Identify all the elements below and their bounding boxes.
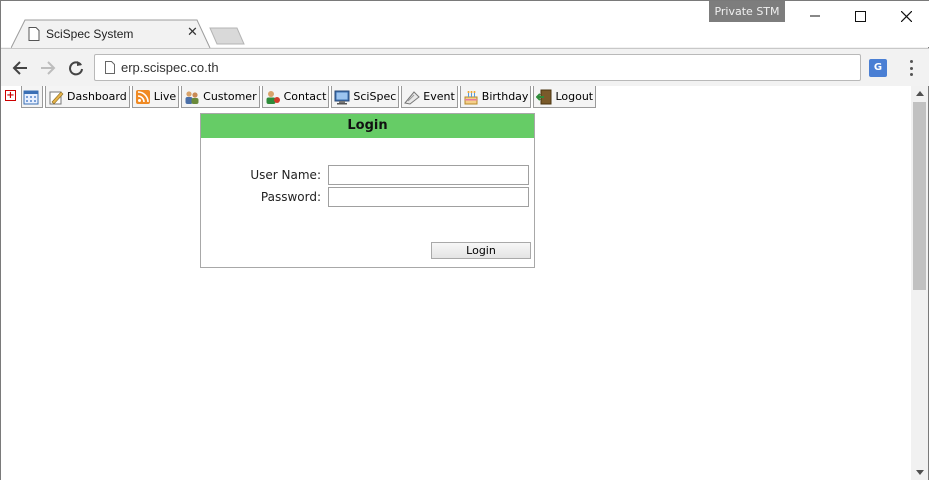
browser-tab[interactable]: SciSpec System ✕ <box>11 19 211 49</box>
address-bar[interactable]: erp.scispec.co.th <box>94 54 861 81</box>
username-label: User Name: <box>250 168 321 182</box>
new-tab-button[interactable] <box>209 27 245 45</box>
profile-badge[interactable]: Private STM <box>709 1 785 22</box>
nav-dashboard[interactable]: Dashboard <box>45 86 130 108</box>
tab-title: SciSpec System <box>46 27 134 41</box>
close-icon <box>900 10 912 22</box>
tab-close-icon[interactable]: ✕ <box>187 25 198 40</box>
nav-contact-label: Contact <box>283 90 327 103</box>
minimize-icon <box>810 15 820 17</box>
logout-icon <box>536 89 552 104</box>
browser-toolbar: erp.scispec.co.th G <box>1 48 929 86</box>
minimize-button[interactable] <box>792 1 838 31</box>
main-nav: Dashboard Live Customer Contact SciSpec … <box>21 86 598 108</box>
monitor-icon <box>334 90 350 104</box>
scroll-up-icon[interactable] <box>916 91 924 96</box>
title-bar: Private STM SciSpec System ✕ <box>1 1 929 49</box>
nav-birthday-label: Birthday <box>481 90 529 103</box>
rss-icon <box>135 89 150 104</box>
nav-customer-label: Customer <box>203 90 257 103</box>
username-input[interactable] <box>328 165 529 185</box>
browser-window: Private STM SciSpec System ✕ erp.scispec… <box>0 0 929 86</box>
dashboard-icon <box>49 91 64 104</box>
maximize-button[interactable] <box>837 1 883 31</box>
expand-icon[interactable]: + <box>5 90 16 101</box>
page-info-icon[interactable] <box>105 61 115 74</box>
nav-event-label: Event <box>423 90 455 103</box>
browser-menu-icon[interactable] <box>901 59 921 77</box>
translate-icon[interactable]: G <box>869 59 887 77</box>
reload-button[interactable] <box>65 57 87 79</box>
vertical-scrollbar[interactable] <box>911 86 929 480</box>
nav-logout[interactable]: Logout <box>533 86 597 108</box>
nav-scispec[interactable]: SciSpec <box>331 86 400 108</box>
forward-arrow-icon <box>41 61 56 75</box>
event-icon <box>404 90 421 105</box>
login-button[interactable]: Login <box>431 242 531 259</box>
password-input[interactable] <box>328 187 529 207</box>
password-label: Password: <box>260 190 321 204</box>
nav-contact[interactable]: Contact <box>261 86 330 108</box>
nav-logout-label: Logout <box>555 90 594 103</box>
maximize-icon <box>854 10 866 22</box>
nav-dashboard-label: Dashboard <box>67 90 127 103</box>
nav-scispec-label: SciSpec <box>353 90 397 103</box>
scroll-down-icon[interactable] <box>916 470 924 475</box>
nav-birthday[interactable]: Birthday <box>459 86 532 108</box>
reload-icon <box>69 61 83 76</box>
close-window-button[interactable] <box>883 1 929 31</box>
page-icon <box>28 27 40 41</box>
nav-calendar-button[interactable] <box>21 86 43 108</box>
nav-event[interactable]: Event <box>401 86 458 108</box>
customer-icon <box>185 90 199 104</box>
url-text[interactable]: erp.scispec.co.th <box>121 60 219 75</box>
contact-icon <box>266 90 280 104</box>
back-arrow-icon <box>12 61 27 75</box>
login-panel: Login User Name: Password: Login <box>200 113 535 268</box>
back-button[interactable] <box>9 57 31 79</box>
forward-button[interactable] <box>37 57 59 79</box>
login-title: Login <box>201 114 534 138</box>
nav-live-label: Live <box>153 90 177 103</box>
nav-live[interactable]: Live <box>131 86 180 108</box>
page-content: + Dashboard Live Customer Contact SciSpe… <box>0 86 911 480</box>
cake-icon <box>464 90 478 104</box>
scroll-thumb[interactable] <box>913 102 926 290</box>
nav-customer[interactable]: Customer <box>181 86 260 108</box>
calendar-icon <box>23 90 38 104</box>
